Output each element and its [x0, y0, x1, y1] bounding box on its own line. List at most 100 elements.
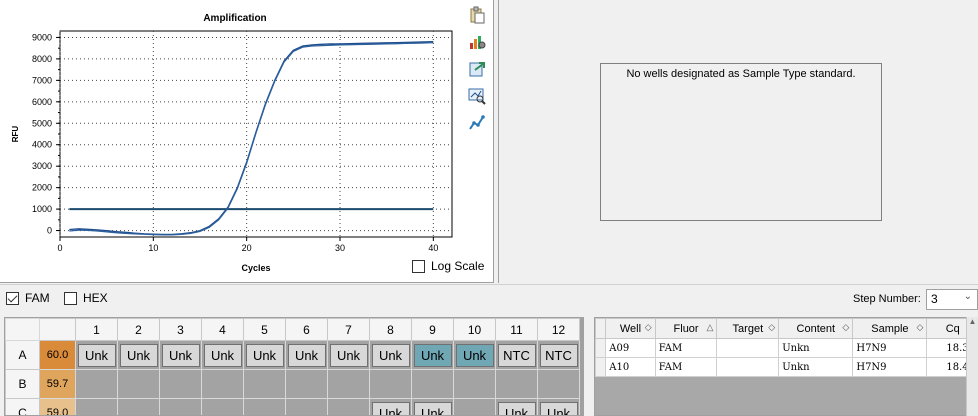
sort-icon[interactable]: ◇ [917, 322, 924, 333]
plate-cell[interactable]: Unk [537, 398, 580, 415]
plate-cell[interactable]: Unk [201, 340, 244, 370]
plate-cell[interactable] [327, 398, 370, 415]
plate-cell[interactable] [75, 369, 118, 399]
column-header-3[interactable]: 3 [159, 318, 202, 341]
plate-cell[interactable] [453, 398, 496, 415]
results-col-content[interactable]: Content ◇ [778, 318, 854, 339]
row-header-B[interactable]: B [5, 369, 40, 399]
row-header-A[interactable]: A [5, 340, 40, 370]
plate-cell[interactable] [75, 398, 118, 415]
column-header-11[interactable]: 11 [495, 318, 538, 341]
column-header-7[interactable]: 7 [327, 318, 370, 341]
column-header-9[interactable]: 9 [411, 318, 454, 341]
column-header-8[interactable]: 8 [369, 318, 412, 341]
plate-cell[interactable] [537, 369, 580, 399]
plate-cell[interactable] [117, 369, 160, 399]
plate-cell[interactable]: Unk [495, 398, 538, 415]
well-C11[interactable]: Unk [497, 401, 536, 415]
results-col-well[interactable]: Well ◇ [605, 318, 656, 339]
chart-settings-icon[interactable] [468, 33, 486, 51]
plate-cell[interactable]: Unk [117, 340, 160, 370]
plate-cell[interactable]: Unk [243, 340, 286, 370]
sort-icon[interactable]: ◇ [645, 322, 652, 333]
fam-toggle[interactable]: FAM [6, 291, 50, 305]
plate-cell[interactable]: Unk [369, 398, 412, 415]
well-A8[interactable]: Unk [371, 343, 410, 367]
well-C9[interactable]: Unk [413, 401, 452, 415]
column-header-2[interactable]: 2 [117, 318, 160, 341]
plate-cell[interactable] [159, 398, 202, 415]
plate-cell[interactable] [285, 398, 328, 415]
step-number-select[interactable]: 3 ⌄ [926, 289, 978, 310]
plate-cell[interactable]: Unk [285, 340, 328, 370]
plate-cell[interactable]: Unk [75, 340, 118, 370]
plate-cell[interactable]: NTC [537, 340, 580, 370]
plate-cell[interactable] [243, 369, 286, 399]
plate-cell[interactable]: Unk [327, 340, 370, 370]
plate-cell[interactable] [411, 369, 454, 399]
plate-cell[interactable]: Unk [453, 340, 496, 370]
chevron-down-icon: ⌄ [963, 291, 972, 302]
row-header-C[interactable]: C [5, 398, 40, 415]
plate-cell[interactable]: Unk [411, 340, 454, 370]
plate-cell[interactable] [117, 398, 160, 415]
column-header-1[interactable]: 1 [75, 318, 118, 341]
plate-cell[interactable] [285, 369, 328, 399]
plate-cell[interactable]: Unk [369, 340, 412, 370]
fam-checkbox[interactable] [6, 291, 19, 305]
zoom-icon[interactable] [468, 87, 486, 105]
sort-icon[interactable]: ◇ [842, 322, 849, 333]
sort-icon[interactable]: △ [707, 322, 714, 333]
results-col-sample[interactable]: Sample ◇ [852, 318, 928, 339]
log-scale-checkbox[interactable] [412, 259, 425, 273]
log-scale-toggle[interactable]: Log Scale [412, 259, 484, 273]
plate-cell[interactable] [495, 369, 538, 399]
row-selector[interactable] [595, 357, 607, 377]
well-A2[interactable]: Unk [119, 343, 158, 367]
plate-cell[interactable]: NTC [495, 340, 538, 370]
well-A9[interactable]: Unk [413, 343, 452, 367]
results-table-panel: Well◇ Fluor △ Target ◇ Content ◇ Sample ◇ Cq ◇ A09F… [594, 317, 978, 416]
column-header-6[interactable]: 6 [285, 318, 328, 341]
well-C12[interactable]: Unk [539, 401, 578, 415]
plate-cell[interactable] [327, 369, 370, 399]
plate-cell[interactable] [453, 369, 496, 399]
scroll-up-icon[interactable]: ▲ [967, 317, 978, 326]
plate-cell[interactable] [201, 398, 244, 415]
results-row[interactable]: A10 FAM Unkn H7N9 18.40 [595, 357, 977, 377]
plate-header-row: 1 2 3 4 5 6 7 8 9 10 11 12 [5, 318, 580, 341]
well-C8[interactable]: Unk [371, 401, 410, 415]
results-col-fluor[interactable]: Fluor △ [654, 318, 718, 339]
well-A3[interactable]: Unk [161, 343, 200, 367]
well-A1[interactable]: Unk [77, 343, 116, 367]
well-A11[interactable]: NTC [497, 343, 536, 367]
column-header-5[interactable]: 5 [243, 318, 286, 341]
well-A4[interactable]: Unk [203, 343, 242, 367]
plate-cell[interactable] [159, 369, 202, 399]
results-scrollbar[interactable]: ▲ [966, 317, 978, 416]
sort-icon[interactable]: ◇ [768, 322, 775, 333]
export-icon[interactable] [468, 60, 486, 78]
hex-toggle[interactable]: HEX [64, 291, 108, 305]
well-A7[interactable]: Unk [329, 343, 368, 367]
hex-checkbox[interactable] [64, 291, 77, 305]
results-col-target[interactable]: Target ◇ [716, 318, 780, 339]
well-A6[interactable]: Unk [287, 343, 326, 367]
plate-cell[interactable]: Unk [411, 398, 454, 415]
plate-cell[interactable] [243, 398, 286, 415]
column-header-4[interactable]: 4 [201, 318, 244, 341]
copy-icon[interactable] [468, 6, 486, 24]
row-selector[interactable] [595, 338, 607, 358]
step-number-label: Step Number: [853, 293, 921, 305]
column-header-10[interactable]: 10 [453, 318, 496, 341]
column-header-12[interactable]: 12 [537, 318, 580, 341]
hex-label: HEX [83, 291, 108, 305]
results-row[interactable]: A09 FAM Unkn H7N9 18.32 [595, 338, 977, 358]
plate-cell[interactable] [201, 369, 244, 399]
plate-cell[interactable] [369, 369, 412, 399]
well-A5[interactable]: Unk [245, 343, 284, 367]
well-A10[interactable]: Unk [455, 343, 494, 367]
trace-icon[interactable] [468, 114, 486, 132]
plate-cell[interactable]: Unk [159, 340, 202, 370]
well-A12[interactable]: NTC [539, 343, 578, 367]
